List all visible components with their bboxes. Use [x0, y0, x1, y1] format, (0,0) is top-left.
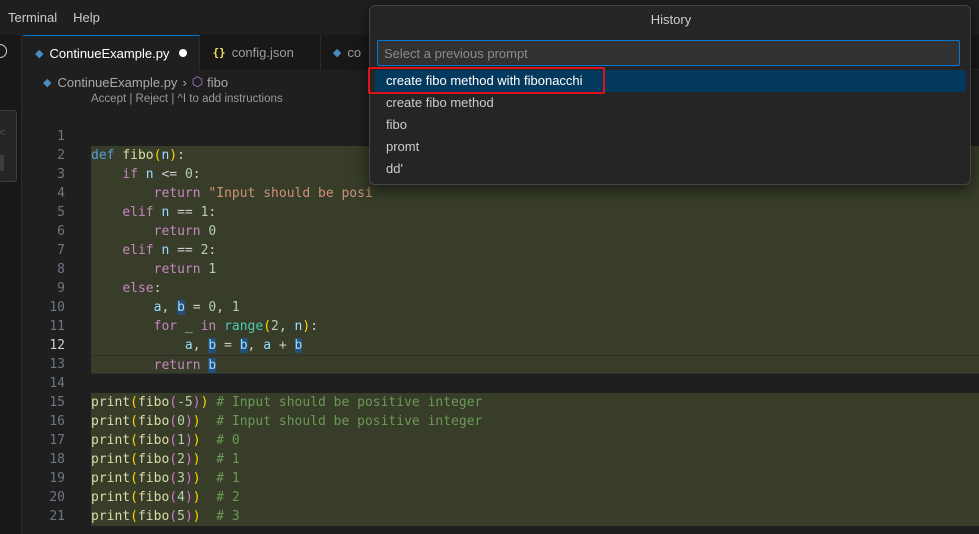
python-icon: ◆ [35, 47, 44, 60]
python-icon: ◆ [43, 76, 52, 89]
history-icon[interactable] [0, 44, 7, 58]
panel-box [0, 155, 4, 171]
json-icon: {} [212, 46, 226, 59]
tab-continueexample[interactable]: ◆ ContinueExample.py [23, 35, 201, 70]
history-search-input[interactable] [377, 40, 960, 66]
code-line-current: 12 return b [23, 317, 979, 374]
code-line: 17 print(fibo(2)) # 1 [23, 412, 979, 469]
menu-help[interactable]: Help [65, 0, 108, 35]
code-line: 18 print(fibo(3)) # 1 [23, 431, 979, 488]
code-line: 13 [23, 336, 979, 372]
panel-glyph: < [0, 127, 6, 139]
code-line: 20 print(fibo(5)) # 3 [23, 469, 979, 526]
history-item[interactable]: promt [375, 136, 966, 158]
activity-strip: < [0, 35, 22, 534]
code-text: print(fibo(5)) # 3 [91, 507, 979, 526]
quick-pick-title: History [650, 12, 692, 27]
history-list: create fibo method with fibonacchi creat… [375, 70, 966, 180]
history-item[interactable]: dd' [375, 158, 966, 180]
code-line: 8 else: [23, 241, 979, 298]
tab-third[interactable]: ◆ co [320, 35, 374, 70]
tab-label: ContinueExample.py [49, 45, 170, 61]
tab-config-json[interactable]: {} config.json [200, 35, 321, 70]
unsaved-dot-icon[interactable] [179, 49, 188, 57]
codelens-actions[interactable]: Accept | Reject | ^I to add instructions [91, 93, 283, 105]
code-line: 10 for _ in range(2, n): [23, 279, 979, 336]
side-panel-edge: < [0, 110, 17, 182]
tab-label: config.json [231, 45, 294, 60]
code-line: 11 a, b = b, a + b [23, 298, 979, 355]
chevron-right-icon: › [182, 74, 187, 90]
breadcrumb: ◆ ContinueExample.py › ⬡ fibo [43, 71, 228, 93]
history-item[interactable]: fibo [375, 114, 966, 136]
breadcrumb-file[interactable]: ContinueExample.py [57, 75, 177, 90]
code-line: 19 print(fibo(4)) # 2 [23, 450, 979, 507]
history-item[interactable]: create fibo method with fibonacchi [375, 70, 966, 92]
history-item[interactable]: create fibo method [375, 92, 966, 114]
line-number: 21 [49, 509, 65, 524]
code-line: 7 return 1 [23, 222, 979, 279]
code-line: 9 a, b = 0, 1 [23, 260, 979, 317]
symbol-method-icon: ⬡ [191, 74, 204, 89]
code-line: 21 [23, 488, 979, 524]
menu-terminal[interactable]: Terminal [0, 0, 65, 35]
code-line: 6 elif n == 2: [23, 203, 979, 260]
code-line: 5 return 0 [23, 184, 979, 241]
code-line: 16 print(fibo(1)) # 0 [23, 393, 979, 450]
code-line: 14 print(fibo(-5)) # Input should be pos… [23, 355, 979, 412]
python-icon: ◆ [332, 47, 342, 59]
tab-label: co [347, 45, 362, 60]
breadcrumb-symbol[interactable]: fibo [207, 75, 228, 90]
code-line: 15 print(fibo(0)) # Input should be posi… [23, 374, 979, 431]
history-quick-pick: History create fibo method with fibonacc… [369, 5, 971, 185]
